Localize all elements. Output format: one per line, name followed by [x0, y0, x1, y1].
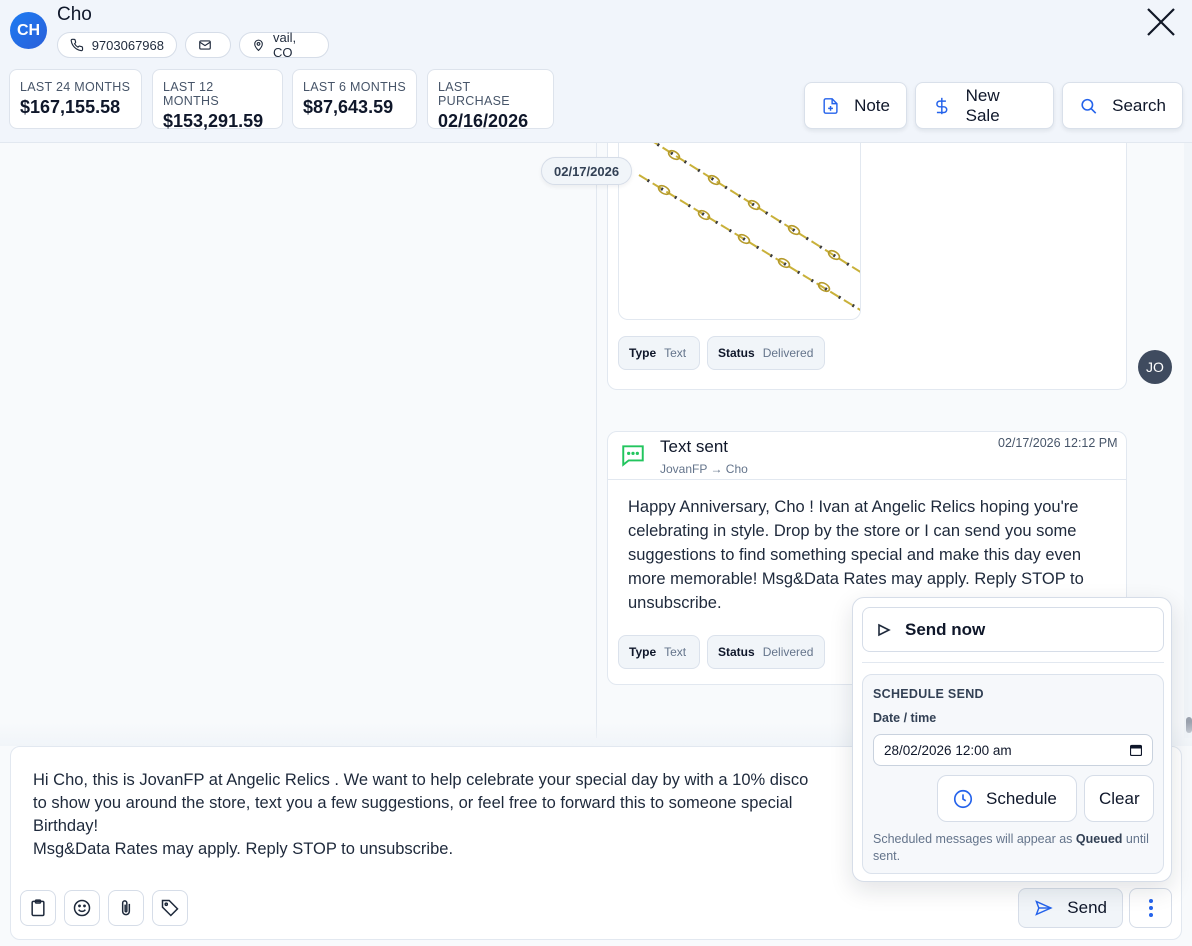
tag-key: Type [629, 346, 657, 360]
play-outline-icon [878, 623, 891, 636]
calendar-icon[interactable] [1130, 744, 1142, 756]
thread-divider-line [596, 143, 597, 738]
schedule-note: Scheduled messages will appear as Queued… [873, 831, 1157, 865]
menu-divider [862, 662, 1164, 663]
tag-value: Text [664, 346, 687, 360]
schedule-button[interactable]: Schedule [937, 775, 1077, 822]
message-route: JovanFP → Cho [660, 462, 748, 476]
schedule-title: SCHEDULE SEND [873, 687, 984, 701]
sender-avatar: JO [1138, 350, 1172, 384]
date-divider: 02/17/2026 [541, 157, 633, 185]
new-sale-button-label: New Sale [965, 85, 1000, 125]
tag-key: Status [718, 645, 755, 659]
date-time-label: Date / time [873, 711, 937, 725]
send-arrow-icon [1035, 900, 1053, 916]
send-button-label: Send [1067, 898, 1107, 917]
customer-name: Cho [57, 4, 92, 25]
close-button[interactable] [1145, 6, 1177, 38]
send-button[interactable]: Send [1018, 888, 1123, 928]
message-type-tag: Type Text [618, 336, 700, 370]
smiley-icon [73, 899, 91, 917]
tag-button[interactable] [152, 890, 188, 926]
message-status-tag: Status Delivered [707, 635, 825, 669]
dollar-icon [936, 97, 948, 114]
send-now-button[interactable]: Send now [862, 607, 1164, 652]
mail-icon [199, 40, 211, 50]
search-button-label: Search [1112, 95, 1166, 115]
search-button[interactable]: Search [1062, 82, 1183, 129]
message-header: Text sent JovanFP → Cho 02/17/2026 12:12… [608, 432, 1126, 480]
new-sale-button[interactable]: New Sale [915, 82, 1054, 129]
phone-chip[interactable]: 9703067968 [57, 32, 177, 58]
tag-value: Delivered [762, 346, 814, 360]
email-chip[interactable] [185, 32, 231, 58]
tag-value: Text [664, 645, 687, 659]
clock-icon [953, 789, 973, 808]
location-text: vail, CO [273, 30, 297, 60]
map-pin-icon [254, 39, 263, 52]
location-chip[interactable]: vail, CO [239, 30, 329, 60]
search-icon [1081, 98, 1097, 114]
note-button-label: Note [854, 95, 890, 115]
message-title: Text sent [660, 437, 729, 456]
schedule-send-panel: SCHEDULE SEND Date / time 28/02/2026 12:… [862, 674, 1164, 874]
necklace-image [638, 143, 860, 312]
tag-value: Delivered [762, 645, 814, 659]
stat-last-24-months: LAST 24 MONTHS $167,155.58 [9, 69, 142, 129]
stat-value: $87,643.59 [303, 97, 394, 117]
customer-avatar: CH [10, 12, 47, 49]
stat-last-6-months: LAST 6 MONTHS $87,643.59 [292, 69, 417, 129]
thread-scrollbar[interactable] [1184, 143, 1192, 738]
clear-button[interactable]: Clear [1084, 775, 1154, 822]
stat-value: $167,155.58 [20, 97, 121, 117]
message-dots-icon [622, 445, 644, 467]
stat-value: $153,291.59 [163, 111, 264, 131]
clipboard-icon [31, 899, 45, 917]
note-button[interactable]: Note [804, 82, 907, 129]
datetime-value: 28/02/2026 12:00 am [884, 742, 1012, 758]
media-message-card: Type Text Status Delivered [607, 143, 1127, 390]
close-icon [1147, 8, 1175, 36]
tag-key: Type [629, 645, 657, 659]
clear-button-label: Clear [1099, 788, 1140, 808]
stat-label: LAST 6 MONTHS [303, 80, 406, 94]
stat-last-purchase: LAST PURCHASE 02/16/2026 [427, 69, 554, 131]
stat-last-12-months: LAST 12 MONTHS $153,291.59 [152, 69, 283, 131]
send-options-button[interactable] [1129, 888, 1172, 928]
paperclip-icon [121, 900, 131, 916]
stat-label: LAST PURCHASE [438, 80, 510, 108]
send-options-menu: Send now SCHEDULE SEND Date / time 28/02… [852, 597, 1172, 882]
note-prefix: Scheduled messages will appear as [873, 832, 1076, 846]
stat-label: LAST 12 MONTHS [163, 80, 219, 108]
stat-label: LAST 24 MONTHS [20, 80, 131, 94]
tag-icon [161, 899, 179, 917]
templates-button[interactable] [20, 890, 56, 926]
file-plus-icon [823, 97, 838, 114]
customer-header: CH Cho 9703067968 vail, CO LAST 24 MONTH… [0, 0, 1192, 143]
product-image[interactable] [618, 143, 861, 320]
stat-value: 02/16/2026 [438, 111, 529, 131]
message-timestamp: 02/17/2026 12:12 PM [998, 436, 1118, 450]
phone-number: 9703067968 [91, 37, 164, 53]
send-now-label: Send now [905, 619, 986, 639]
schedule-datetime-input[interactable]: 28/02/2026 12:00 am [873, 734, 1153, 766]
message-status-tag: Status Delivered [707, 336, 825, 370]
kebab-menu-icon [1148, 899, 1153, 917]
note-queued: Queued [1075, 832, 1123, 846]
message-type-tag: Type Text [618, 635, 700, 669]
tag-key: Status [718, 346, 755, 360]
phone-icon [70, 38, 84, 52]
attach-button[interactable] [108, 890, 144, 926]
emoji-button[interactable] [64, 890, 100, 926]
schedule-button-label: Schedule [986, 788, 1057, 808]
